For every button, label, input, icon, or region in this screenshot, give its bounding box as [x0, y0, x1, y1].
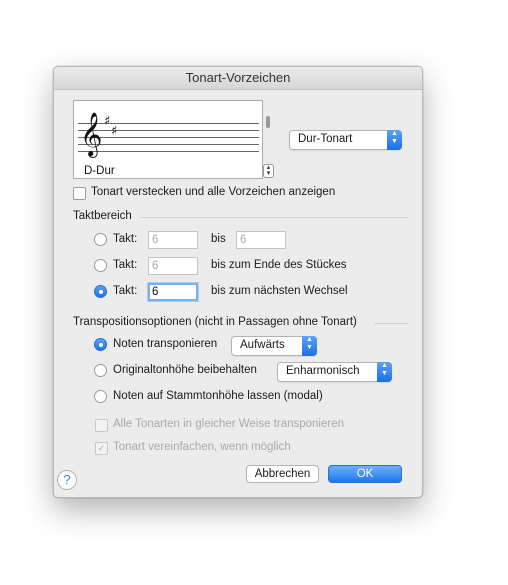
chevron-updown-icon[interactable]: ▴ ▾: [263, 164, 274, 178]
transpose-all-label: Alle Tonarten in gleicher Weise transpon…: [113, 418, 344, 430]
enharmonic-value: Enharmonisch: [286, 365, 360, 377]
until-end-label: bis zum Ende des Stückes: [211, 259, 347, 271]
simplify-key-label: Tonart vereinfachen, wenn möglich: [113, 441, 291, 453]
range-from-field[interactable]: 6: [148, 283, 198, 301]
range-from-field[interactable]: 6: [148, 231, 198, 249]
simplify-key-checkbox[interactable]: ✓: [95, 442, 108, 455]
range-radio-end[interactable]: [94, 259, 107, 272]
section-divider: [140, 217, 408, 218]
dialog-title: Tonart-Vorzeichen: [54, 67, 422, 90]
key-preview: 𝄞 ♯ ♯ D-Dur: [73, 100, 263, 179]
transpose-all-checkbox[interactable]: [95, 419, 108, 432]
key-signature-dialog: Tonart-Vorzeichen 𝄞 ♯ ♯ D-Dur ▴ ▾ Dur-Ton…: [53, 66, 423, 498]
treble-clef-icon: 𝄞: [80, 112, 103, 156]
sharp-icon: ♯: [104, 114, 111, 129]
sharp-icon: ♯: [111, 124, 118, 139]
staff-line: [78, 130, 259, 131]
direction-popup[interactable]: Aufwärts ▲ ▼: [231, 336, 317, 356]
bis-label: bis: [211, 233, 226, 245]
scroll-thumb[interactable]: [266, 116, 270, 128]
range-takt-label: Takt:: [113, 259, 138, 271]
range-takt-label: Takt:: [113, 233, 138, 245]
staff-line: [78, 144, 259, 145]
key-type-popup[interactable]: Dur-Tonart ▲ ▼: [289, 130, 402, 150]
section-divider: [374, 323, 408, 324]
staff-line: [78, 151, 259, 152]
preview-scrollbar[interactable]: ▴ ▾: [262, 100, 274, 178]
range-to-field[interactable]: 6: [236, 231, 286, 249]
ok-button[interactable]: OK: [328, 465, 402, 483]
keep-pitch-label: Originaltonhöhe beibehalten: [113, 364, 257, 376]
chevron-updown-icon: ▲ ▼: [387, 130, 402, 150]
checkmark-icon: ✓: [97, 443, 106, 453]
help-icon[interactable]: ?: [57, 470, 77, 490]
hide-key-label: Tonart verstecken und alle Vorzeichen an…: [91, 186, 336, 198]
range-radio-bis[interactable]: [94, 233, 107, 246]
until-next-change-label: bis zum nächsten Wechsel: [211, 285, 348, 297]
range-from-field[interactable]: 6: [148, 257, 198, 275]
range-radio-next-change[interactable]: [94, 285, 107, 298]
transpose-notes-label: Noten transponieren: [113, 338, 218, 350]
key-type-value: Dur-Tonart: [298, 133, 353, 145]
chevron-updown-icon: ▲ ▼: [302, 336, 317, 356]
modal-radio[interactable]: [94, 390, 107, 403]
direction-value: Aufwärts: [240, 339, 285, 351]
cancel-button[interactable]: Abbrechen: [246, 465, 319, 483]
measure-range-heading: Taktbereich: [73, 210, 132, 222]
transpose-notes-radio[interactable]: [94, 338, 107, 351]
modal-label: Noten auf Stammtonhöhe lassen (modal): [113, 390, 323, 402]
enharmonic-popup[interactable]: Enharmonisch ▲ ▼: [277, 362, 392, 382]
transposition-heading: Transpositionsoptionen (nicht in Passage…: [73, 316, 357, 328]
staff-line: [78, 137, 259, 138]
keep-pitch-radio[interactable]: [94, 364, 107, 377]
chevron-updown-icon: ▲ ▼: [377, 362, 392, 382]
range-takt-label: Takt:: [113, 285, 138, 297]
key-name-label: D-Dur: [84, 165, 115, 177]
hide-key-checkbox[interactable]: [73, 187, 86, 200]
